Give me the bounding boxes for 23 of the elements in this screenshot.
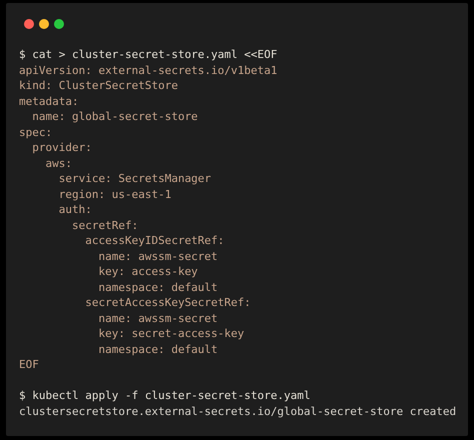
code-line: secretRef:	[70, 218, 140, 233]
code-line: $ kubectl apply -f cluster-secret-store.yaml	[19, 388, 312, 404]
code-line: region: us-east-1	[58, 186, 172, 202]
code-line: kind: ClusterSecretStore	[19, 78, 179, 94]
code-line: clustersecretstore.external-secrets.io/global-secret-store created	[19, 404, 456, 419]
code-line: namespace: default	[97, 280, 219, 295]
code-line: key: access-key	[97, 264, 199, 280]
code-line: aws:	[44, 156, 73, 171]
code-line: EOF	[19, 357, 40, 372]
code-line: $ cat > cluster-secret-store.yaml <<EOF	[19, 47, 278, 62]
code-line: metadata:	[19, 94, 80, 109]
code-line: name: global-secret-store	[31, 109, 199, 124]
code-line: provider:	[31, 140, 93, 156]
code-line: key: secret-access-key	[97, 326, 246, 342]
code-line: secretAccessKeySecretRef:	[84, 295, 252, 310]
code-line: auth:	[58, 202, 93, 218]
code-line: apiVersion: external-secrets.io/v1beta1	[19, 62, 278, 78]
code-line: name: awssm-secret	[97, 310, 219, 326]
code-line: service: SecretsManager	[58, 171, 212, 186]
code-line: name: awssm-secret	[97, 248, 219, 264]
code-line: spec:	[19, 124, 54, 140]
code-line: accessKeyIDSecretRef:	[84, 233, 226, 248]
code-line: namespace: default	[97, 342, 219, 357]
